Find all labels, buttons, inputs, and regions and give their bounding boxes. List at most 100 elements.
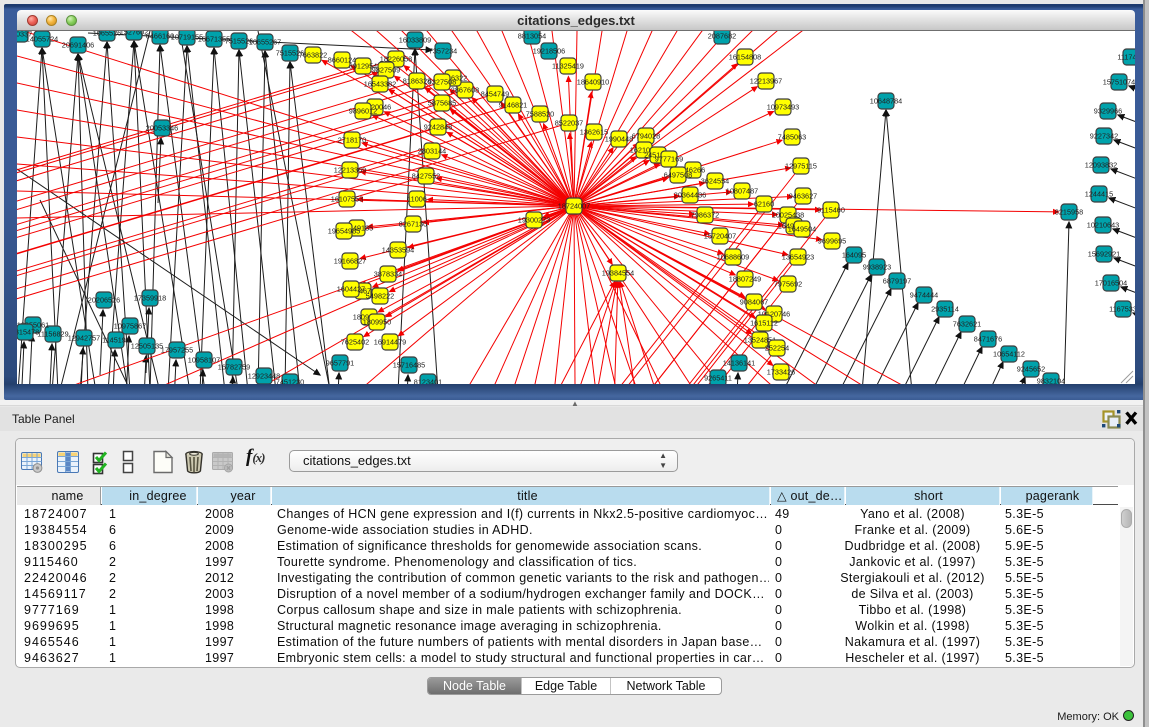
svg-text:16107553: 16107553: [331, 195, 363, 204]
svg-text:9657791: 9657791: [326, 359, 354, 368]
svg-text:8522037: 8522037: [555, 119, 583, 128]
svg-text:12942757: 12942757: [68, 334, 100, 343]
svg-text:62160: 62160: [754, 200, 774, 209]
svg-text:2718170: 2718170: [338, 136, 366, 145]
svg-text:7632621: 7632621: [953, 320, 981, 329]
svg-text:7588520: 7588520: [526, 110, 554, 119]
svg-text:16033809: 16033809: [399, 36, 431, 45]
svg-text:9329966: 9329966: [1094, 107, 1122, 116]
svg-text:9146821: 9146821: [499, 101, 527, 110]
svg-text:1167533: 1167533: [1109, 305, 1135, 314]
svg-text:1615112: 1615112: [750, 319, 778, 328]
svg-text:13654923: 13654923: [782, 253, 814, 262]
svg-text:16154808: 16154808: [729, 53, 761, 62]
svg-text:7625402: 7625402: [341, 338, 369, 347]
svg-text:9327508: 9327508: [428, 78, 456, 87]
svg-text:16543382: 16543382: [364, 80, 396, 89]
svg-text:14055724: 14055724: [26, 35, 58, 44]
svg-text:1244415: 1244415: [1085, 190, 1113, 199]
svg-text:9777169: 9777169: [655, 155, 683, 164]
svg-text:9896012: 9896012: [349, 107, 377, 116]
svg-text:17957255: 17957255: [161, 346, 193, 355]
svg-text:14353594: 14353594: [382, 246, 414, 255]
svg-text:1604427: 1604427: [337, 285, 365, 294]
svg-text:12505135: 12505135: [131, 342, 163, 351]
svg-text:20053346: 20053346: [146, 124, 178, 133]
svg-text:8813054: 8813054: [518, 32, 546, 41]
svg-text:11325419: 11325419: [552, 62, 584, 71]
svg-text:6794028: 6794028: [632, 132, 660, 141]
svg-text:10655267: 10655267: [249, 38, 281, 47]
svg-text:1117453: 1117453: [1117, 53, 1135, 62]
svg-text:1809950: 1809950: [363, 318, 391, 327]
svg-text:1145194: 1145194: [102, 336, 130, 345]
svg-text:7975692: 7975692: [774, 280, 802, 289]
svg-text:15716485: 15716485: [393, 361, 425, 370]
svg-text:16782759: 16782759: [218, 363, 250, 372]
svg-text:9463627: 9463627: [789, 192, 817, 201]
svg-text:1649504: 1649504: [788, 225, 816, 234]
svg-text:10973493: 10973493: [767, 103, 799, 112]
svg-text:7986372: 7986372: [691, 211, 719, 220]
svg-text:20691406: 20691406: [62, 41, 94, 50]
svg-text:12213369: 12213369: [334, 166, 366, 175]
svg-text:8186328: 8186328: [403, 77, 431, 86]
svg-text:9242848: 9242848: [424, 123, 452, 132]
svg-text:8267130: 8267130: [399, 220, 427, 229]
svg-text:3624554: 3624554: [701, 177, 729, 186]
svg-text:1990448: 1990448: [605, 135, 633, 144]
svg-text:8454749: 8454749: [481, 90, 509, 99]
svg-text:10688609: 10688609: [717, 253, 749, 262]
svg-text:19654985: 19654985: [328, 227, 360, 236]
svg-text:19166827: 19166827: [334, 257, 366, 266]
svg-text:5875685: 5875685: [428, 99, 456, 108]
svg-text:9315478: 9315478: [17, 328, 39, 337]
svg-text:9227342: 9227342: [1090, 132, 1118, 141]
svg-text:9938923: 9938923: [863, 263, 891, 272]
svg-text:7663822: 7663822: [299, 51, 327, 60]
svg-text:1527602: 1527602: [120, 31, 148, 37]
svg-text:9699695: 9699695: [818, 237, 846, 246]
svg-text:164095: 164095: [842, 251, 866, 260]
svg-text:1733426: 1733426: [767, 368, 795, 377]
svg-text:6497508: 6497508: [664, 171, 692, 180]
svg-text:10807487: 10807487: [726, 187, 758, 196]
svg-text:7485063: 7485063: [778, 133, 806, 142]
svg-text:12975115: 12975115: [785, 162, 817, 171]
svg-text:6879197: 6879197: [883, 277, 911, 286]
svg-text:11006: 11006: [407, 195, 427, 204]
svg-text:10654112: 10654112: [993, 350, 1025, 359]
svg-text:17359918: 17359918: [134, 294, 166, 303]
svg-text:11156829: 11156829: [37, 330, 68, 339]
svg-text:18807249: 18807249: [729, 275, 761, 284]
svg-text:18724007: 18724007: [558, 202, 590, 211]
svg-text:9832104: 9832104: [1037, 377, 1065, 384]
svg-text:10648784: 10648784: [870, 97, 902, 106]
svg-text:20206526: 20206526: [88, 296, 120, 305]
svg-text:16914479: 16914479: [374, 338, 406, 347]
svg-text:8471676: 8471676: [974, 335, 1002, 344]
svg-text:15720407: 15720407: [704, 232, 736, 241]
svg-text:17016504: 17016504: [1095, 279, 1127, 288]
svg-text:2935114: 2935114: [931, 305, 959, 314]
svg-text:5498222: 5498222: [366, 292, 394, 301]
svg-text:9474444: 9474444: [910, 291, 938, 300]
svg-text:9115460: 9115460: [817, 206, 845, 215]
svg-text:9084067: 9084067: [740, 298, 768, 307]
svg-text:10958107: 10958107: [188, 356, 220, 365]
svg-text:20364436: 20364436: [674, 191, 706, 200]
svg-text:19384554: 19384554: [602, 269, 634, 278]
svg-text:2867608: 2867608: [451, 86, 479, 95]
svg-text:19300273: 19300273: [518, 216, 550, 225]
svg-text:8427552: 8427552: [412, 172, 440, 181]
svg-text:2803144: 2803144: [418, 147, 446, 156]
svg-text:8215958: 8215958: [1055, 208, 1083, 217]
svg-text:15751074: 15751074: [1103, 78, 1135, 87]
svg-text:10975867: 10975867: [114, 322, 146, 331]
svg-text:12923448: 12923448: [248, 372, 280, 381]
svg-text:10210643: 10210643: [1087, 221, 1119, 230]
svg-text:9265411: 9265411: [704, 374, 732, 383]
svg-text:15692921: 15692921: [1088, 250, 1120, 259]
svg-text:12213967: 12213967: [750, 77, 782, 86]
svg-text:252254: 252254: [765, 344, 789, 353]
